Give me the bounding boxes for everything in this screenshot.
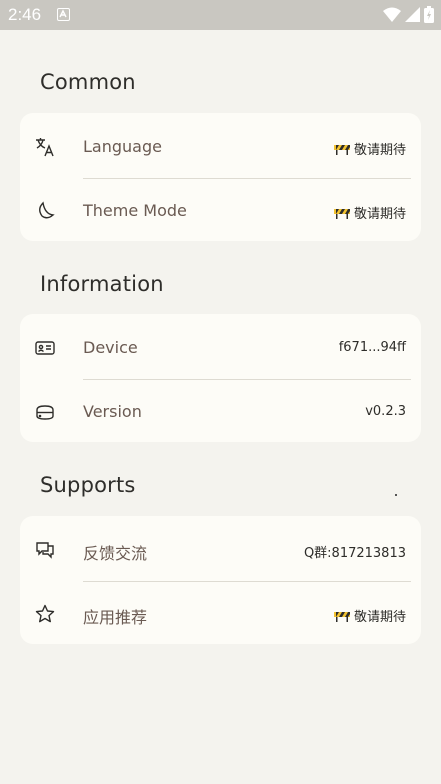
- row-value: 敬请期待: [333, 203, 406, 222]
- signal-icon: [405, 7, 420, 22]
- id-card-icon: [34, 337, 56, 359]
- coming-soon-text: 敬请期待: [353, 610, 406, 625]
- construction-barrier-icon: [333, 611, 350, 622]
- battery-icon: [424, 6, 434, 23]
- coming-soon-text: 敬请期待: [353, 207, 406, 222]
- row-value: 敬请期待: [333, 606, 406, 625]
- wifi-icon: [383, 7, 401, 22]
- row-label: Theme Mode: [83, 201, 187, 220]
- row-label: 反馈交流: [83, 544, 148, 563]
- row-value: 敬请期待: [333, 139, 406, 158]
- section-title-supports: Supports: [40, 473, 136, 497]
- row-feedback[interactable]: 反馈交流 Q群:817213813: [20, 518, 421, 582]
- card-common: Language 敬请期待 Theme Mode 敬请期待: [20, 113, 421, 241]
- decorative-dot: [395, 494, 397, 496]
- chat-icon: [34, 539, 56, 561]
- construction-barrier-icon: [333, 144, 350, 155]
- moon-icon: [34, 200, 56, 222]
- section-title-information: Information: [40, 272, 164, 296]
- notification-icon: [57, 8, 70, 21]
- translate-icon: [34, 136, 56, 158]
- row-theme-mode[interactable]: Theme Mode 敬请期待: [20, 179, 421, 243]
- star-icon: [34, 603, 56, 625]
- row-label: 应用推荐: [83, 608, 148, 627]
- stack-icon: [34, 401, 56, 423]
- status-indicators: [383, 6, 434, 23]
- row-label: Language: [83, 137, 162, 156]
- construction-barrier-icon: [333, 208, 350, 219]
- status-time: 2:46: [8, 5, 42, 24]
- row-label: Version: [83, 402, 142, 421]
- row-app-recommend[interactable]: 应用推荐 敬请期待: [20, 582, 421, 646]
- row-label: Device: [83, 338, 138, 357]
- coming-soon-text: 敬请期待: [353, 143, 406, 158]
- row-device[interactable]: Device f671...94ff: [20, 316, 421, 380]
- row-language[interactable]: Language 敬请期待: [20, 115, 421, 179]
- status-bar: 2:46: [0, 0, 441, 30]
- card-information: Device f671...94ff Version v0.2.3: [20, 314, 421, 442]
- section-title-common: Common: [40, 70, 136, 94]
- row-value: v0.2.3: [365, 404, 406, 419]
- row-version[interactable]: Version v0.2.3: [20, 380, 421, 444]
- row-value: Q群:817213813: [303, 546, 406, 561]
- card-supports: 反馈交流 Q群:817213813 应用推荐 敬请期待: [20, 516, 421, 644]
- row-value: f671...94ff: [338, 340, 406, 355]
